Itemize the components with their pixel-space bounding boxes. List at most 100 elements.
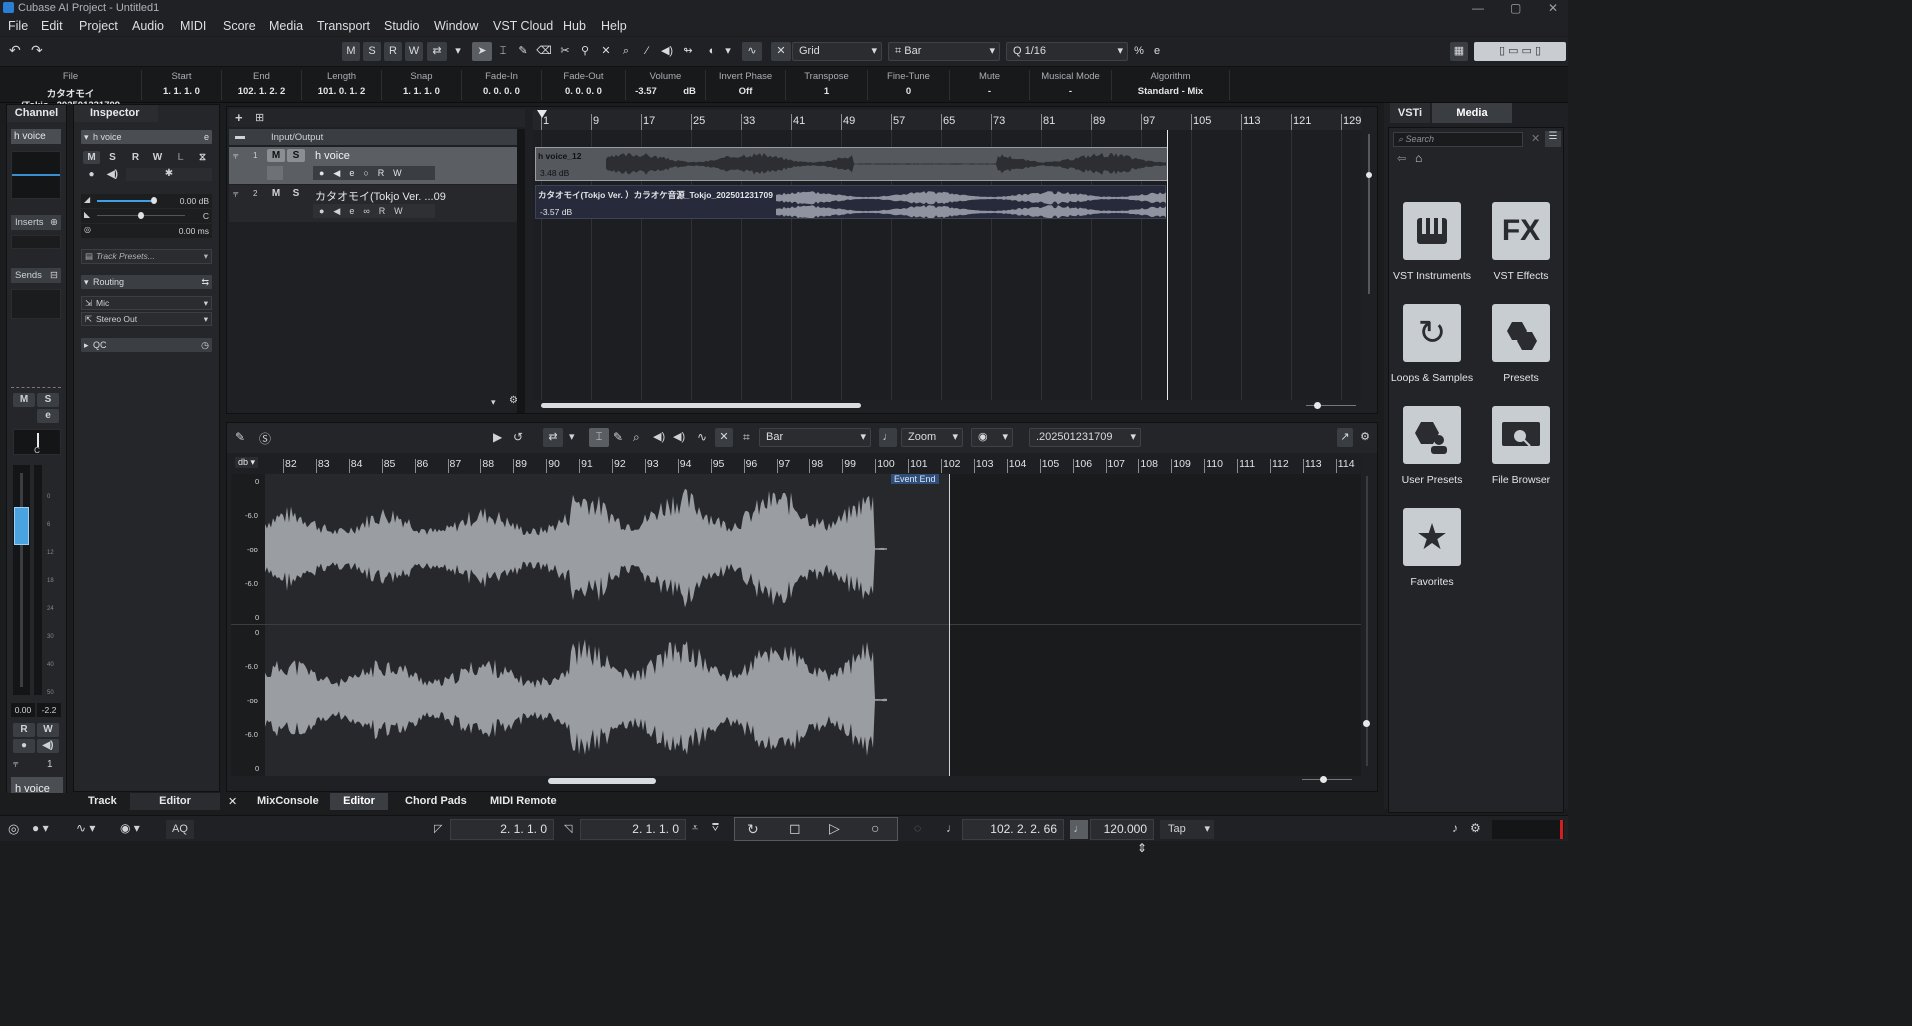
punch-in-icon[interactable]: ⩡ bbox=[692, 822, 698, 835]
tempo-field[interactable]: 120.000 ⇕ bbox=[1090, 819, 1154, 855]
clear-search-icon[interactable]: ✕ bbox=[1531, 132, 1540, 145]
left-locator-icon[interactable]: ◸ bbox=[434, 822, 442, 835]
editor-ruler[interactable]: db ▾ 82 83 84 85 86 87 88 89 90 91 92 93 94 95 96 97 98 9… bbox=[231, 453, 1361, 473]
info-volume[interactable]: Volume -3.57 dB bbox=[626, 70, 706, 100]
solo-all-button[interactable]: S bbox=[363, 42, 381, 61]
play-tool-icon[interactable]: ◀) bbox=[673, 430, 685, 443]
comp-tool-icon[interactable]: ↬ bbox=[679, 42, 697, 61]
draw-tool-icon[interactable]: ✎ bbox=[613, 430, 623, 444]
aq-button[interactable]: AQ bbox=[166, 820, 194, 839]
quantize-settings-icon[interactable]: % bbox=[1131, 42, 1147, 61]
vst-effects-tile[interactable]: FX bbox=[1492, 202, 1550, 260]
info-fade-out[interactable]: Fade-Out 0. 0. 0. 0 bbox=[542, 70, 626, 100]
time-display-icon[interactable]: ♩ bbox=[946, 821, 958, 835]
add-track-icon[interactable]: + bbox=[235, 110, 243, 125]
loop-icon[interactable]: ↺ bbox=[513, 430, 523, 444]
mute-all-button[interactable]: M bbox=[342, 42, 360, 61]
monitor-icon[interactable]: ◀) bbox=[104, 168, 121, 181]
add-folder-icon[interactable]: ⊞ bbox=[255, 111, 264, 124]
channel-edit-button[interactable]: e bbox=[37, 409, 59, 423]
info-start[interactable]: Start 1. 1. 1. 0 bbox=[142, 70, 222, 100]
zoom-thumb[interactable] bbox=[1314, 402, 1321, 409]
volume-fader-handle[interactable] bbox=[14, 507, 29, 545]
editor-vertical-scrollbar[interactable] bbox=[1362, 456, 1372, 776]
tap-tempo-button[interactable]: Tap ▾ bbox=[1160, 820, 1214, 839]
input-routing-select[interactable]: ⇲ Mic ▾ bbox=[81, 296, 212, 310]
play-icon[interactable]: ▶ bbox=[493, 430, 502, 444]
draw-tool-icon[interactable]: ✎ bbox=[514, 42, 532, 61]
audio-file-select[interactable]: .202501231709 ▾ bbox=[1029, 428, 1141, 447]
menu-edit[interactable]: Edit bbox=[41, 19, 63, 33]
gear-icon[interactable]: ⚙ bbox=[1470, 821, 1481, 835]
autoscroll-icon[interactable]: ⇄ bbox=[543, 428, 563, 447]
tab-midi-remote[interactable]: MIDI Remote bbox=[490, 795, 557, 807]
audio-event-h-voice[interactable]: h voice_12 3.48 dB bbox=[535, 147, 1168, 181]
chevron-down-icon[interactable]: ▾ bbox=[569, 430, 575, 443]
volume-slider[interactable]: ◢ 0.00 dB bbox=[81, 194, 212, 208]
maximize-button[interactable]: ▢ bbox=[1510, 1, 1521, 15]
menu-audio[interactable]: Audio bbox=[132, 19, 164, 33]
menu-window[interactable]: Window bbox=[434, 19, 478, 33]
routing-section[interactable]: ▾ Routing ⇆ bbox=[81, 275, 212, 289]
glue-tool-icon[interactable]: ⚲ bbox=[576, 42, 594, 61]
channel-write-button[interactable]: W bbox=[37, 723, 59, 737]
track-solo-button[interactable]: S bbox=[104, 151, 121, 164]
split-tool-icon[interactable]: ✂ bbox=[556, 42, 574, 61]
close-icon[interactable]: ✕ bbox=[228, 795, 237, 808]
menu-media[interactable]: Media bbox=[269, 19, 303, 33]
track-color-swatch[interactable] bbox=[267, 166, 283, 180]
record-mode-icon[interactable]: ● ▾ bbox=[32, 821, 49, 835]
metronome-settings-icon[interactable]: ◉ ▾ bbox=[120, 821, 140, 835]
edit-channel-icon[interactable]: e bbox=[204, 130, 209, 144]
track-presets-select[interactable]: ▤ Track Presets... ▾ bbox=[81, 249, 212, 264]
track-controls[interactable]: ●◀e∞RW bbox=[313, 204, 435, 218]
metronome-icon[interactable]: ♪ bbox=[1452, 821, 1458, 835]
cycle-icon[interactable]: ↻ bbox=[747, 821, 759, 838]
timebase-icon[interactable]: ⧖ bbox=[194, 151, 211, 164]
scroll-thumb[interactable] bbox=[1363, 720, 1370, 727]
sends-icon[interactable]: ⊟ bbox=[50, 268, 58, 283]
zoom-select[interactable]: Zoom ▾ bbox=[901, 428, 963, 447]
pin-icon[interactable]: ✎ bbox=[235, 430, 245, 444]
track-solo-button[interactable]: S bbox=[287, 149, 305, 162]
tempo-track-icon[interactable]: ♩ bbox=[1070, 820, 1088, 839]
inspector-tab[interactable]: Inspector bbox=[74, 105, 158, 122]
play-tool-icon[interactable]: ◀) bbox=[658, 42, 676, 61]
tab-editor[interactable]: Editor bbox=[330, 793, 388, 810]
scrub-icon[interactable]: ◀) bbox=[653, 430, 665, 443]
home-icon[interactable]: ⌂ bbox=[1415, 151, 1422, 165]
volume-fader-track[interactable] bbox=[13, 465, 30, 695]
auto-fade-icon[interactable]: ∿ bbox=[697, 430, 707, 444]
track-solo-button[interactable]: S bbox=[287, 187, 305, 200]
tab-track[interactable]: Track bbox=[88, 795, 117, 807]
edit-icon[interactable]: e bbox=[1149, 42, 1165, 61]
range-tool-icon[interactable]: ⌶ bbox=[589, 428, 609, 447]
grid-type-select[interactable]: ⌗ Bar ▾ bbox=[888, 42, 1000, 61]
track-name[interactable]: h voice bbox=[315, 150, 350, 162]
audio-event-karaoke[interactable]: カタオモイ(Tokjo Ver. ）カラオケ音源_Tokjo_202501231… bbox=[535, 185, 1166, 219]
waveform-display[interactable]: Event End bbox=[231, 474, 1361, 776]
color-icon[interactable]: ◐ bbox=[703, 42, 721, 61]
close-button[interactable]: ✕ bbox=[1548, 1, 1558, 15]
record-enable-icon[interactable]: ● bbox=[83, 168, 100, 181]
position-display[interactable]: 102. 2. 2. 66 bbox=[962, 819, 1064, 840]
track-write-button[interactable]: W bbox=[149, 151, 166, 164]
chevron-down-icon[interactable]: ▾ bbox=[450, 42, 466, 61]
loops-samples-tile[interactable]: ↻ bbox=[1403, 304, 1461, 362]
mute-tool-icon[interactable]: ✕ bbox=[597, 42, 615, 61]
volume-handle[interactable] bbox=[151, 197, 157, 204]
menu-midi[interactable]: MIDI bbox=[180, 19, 206, 33]
horizontal-zoom-slider[interactable] bbox=[1300, 402, 1364, 410]
track-2[interactable]: ⫧ 2 M S カタオモイ(Tokjo Ver. ...09 ●◀e∞RW bbox=[229, 185, 517, 222]
gear-icon[interactable]: ⚙ bbox=[509, 395, 518, 406]
open-in-window-icon[interactable]: ↗ bbox=[1337, 428, 1353, 447]
snap-type-select[interactable]: Grid ▾ bbox=[792, 42, 882, 61]
track-mute-button[interactable]: M bbox=[267, 149, 285, 162]
file-browser-tile[interactable] bbox=[1492, 406, 1550, 464]
track-list-divider[interactable] bbox=[517, 129, 525, 413]
inserts-section[interactable]: Inserts ⊕ bbox=[11, 215, 61, 230]
activity-icon[interactable]: ◎ bbox=[8, 821, 19, 837]
insert-slot[interactable] bbox=[11, 235, 61, 249]
track-1[interactable]: ⫧ 1 M S h voice ●◀e○RW bbox=[229, 147, 517, 184]
chevron-down-icon[interactable]: ▾ bbox=[491, 397, 496, 408]
